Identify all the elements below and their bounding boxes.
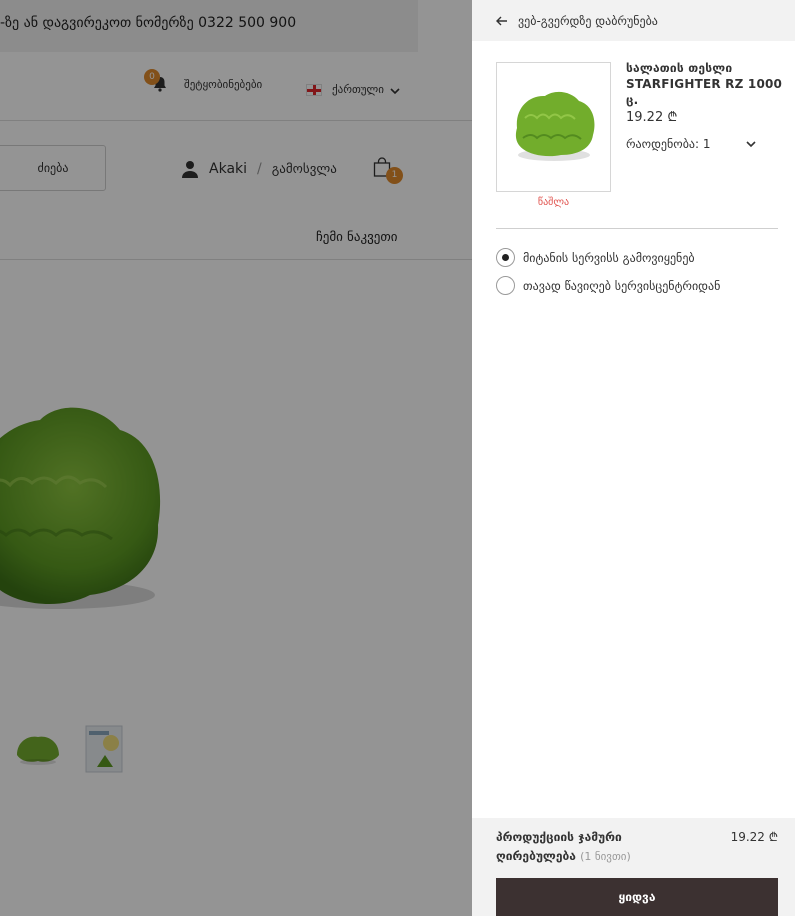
back-to-site-button[interactable]: ვებ-გვერდზე დაბრუნება — [472, 0, 795, 41]
total-value: 19.22 ₾ — [730, 830, 778, 844]
radio-pickup[interactable] — [496, 276, 515, 295]
radio-courier[interactable] — [496, 248, 515, 267]
chevron-down-icon — [746, 140, 756, 148]
cart-item-name: სალათის თესლი STARFIGHTER RZ 1000 ც. — [626, 61, 783, 107]
cart-footer: პროდუქციის ჯამური ღირებულება (1 ნივთი) 1… — [472, 818, 795, 916]
buy-button[interactable]: ყიდვა — [496, 878, 778, 916]
delivery-option-label: მიტანის სერვისს გამოვიყენებ — [523, 250, 695, 265]
quantity-select[interactable]: რაოდენობა: 1 — [626, 137, 756, 151]
delivery-option-pickup[interactable]: თავად წავიღებ სერვისცენტრიდან — [496, 276, 720, 295]
back-to-site-label: ვებ-გვერდზე დაბრუნება — [518, 13, 658, 28]
quantity-label: რაოდენობა: 1 — [626, 137, 711, 151]
remove-item-link[interactable]: წაშლა — [496, 197, 611, 208]
cart-drawer: ვებ-გვერდზე დაბრუნება წაშლა სალათის თესლ… — [472, 0, 795, 916]
cart-item-image — [496, 62, 611, 192]
delivery-option-label: თავად წავიღებ სერვისცენტრიდან — [523, 278, 721, 293]
cart-item-price: 19.22 ₾ — [626, 110, 678, 125]
modal-overlay[interactable] — [0, 0, 472, 916]
total-label: პროდუქციის ჯამური ღირებულება (1 ნივთი) — [496, 828, 696, 866]
delivery-option-courier[interactable]: მიტანის სერვისს გამოვიყენებ — [496, 248, 695, 267]
arrow-left-icon — [496, 16, 508, 26]
item-divider — [496, 228, 778, 229]
total-item-count: (1 ნივთი) — [580, 850, 631, 863]
